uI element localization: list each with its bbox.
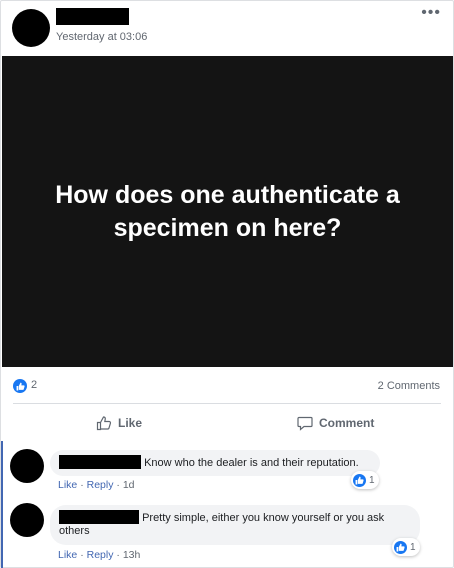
post-media[interactable]: How does one authenticate a specimen on … <box>2 56 453 367</box>
comment-like-link[interactable]: Like <box>58 479 77 491</box>
comment-button-label: Comment <box>319 416 375 430</box>
comment-like-count[interactable]: 1 <box>351 471 379 489</box>
comment-like-link[interactable]: Like <box>58 549 77 561</box>
like-button[interactable]: Like <box>96 413 142 433</box>
comment-actions: Like · Reply · 1d <box>58 479 135 491</box>
post-card: Yesterday at 03:06 ••• How does one auth… <box>0 0 454 568</box>
author-name-redacted[interactable] <box>56 8 129 25</box>
comment-reply-link[interactable]: Reply <box>87 549 114 561</box>
comment-like-number: 1 <box>410 541 416 553</box>
like-reaction-icon[interactable] <box>13 379 27 393</box>
author-avatar[interactable] <box>12 9 50 47</box>
commenter-name-redacted[interactable] <box>59 510 139 524</box>
reaction-count[interactable]: 2 <box>31 379 37 391</box>
comments-section: Know who the dealer is and their reputat… <box>1 441 453 568</box>
comments-count-link[interactable]: 2 Comments <box>378 380 440 392</box>
divider <box>13 403 441 404</box>
comment-like-count[interactable]: 1 <box>392 538 420 556</box>
comment-text: Know who the dealer is and their reputat… <box>144 457 359 469</box>
more-options-icon[interactable]: ••• <box>421 5 441 21</box>
separator: · <box>116 549 120 561</box>
media-text: How does one authenticate a specimen on … <box>55 180 400 242</box>
comment-actions: Like · Reply · 13h <box>58 549 140 561</box>
commenter-avatar[interactable] <box>10 449 44 483</box>
comment-bubble: Pretty simple, either you know yourself … <box>50 505 420 545</box>
comment-reply-link[interactable]: Reply <box>87 479 114 491</box>
separator: · <box>116 479 120 491</box>
comment-time[interactable]: 1d <box>123 479 135 491</box>
comment-button[interactable]: Comment <box>297 413 374 433</box>
comment-like-number: 1 <box>369 474 375 486</box>
like-reaction-icon <box>353 473 366 487</box>
action-bar: Like Comment <box>1 405 453 441</box>
separator: · <box>80 479 84 491</box>
commenter-avatar[interactable] <box>10 503 44 537</box>
reactions-bar: 2 2 Comments <box>1 375 453 397</box>
thumbs-up-icon <box>96 416 112 431</box>
comment-bubble: Know who the dealer is and their reputat… <box>50 450 380 476</box>
speech-bubble-icon <box>297 416 313 431</box>
comment-time[interactable]: 13h <box>123 549 141 561</box>
separator: · <box>80 549 84 561</box>
like-button-label: Like <box>118 416 143 430</box>
like-reaction-icon <box>394 540 407 554</box>
post-timestamp[interactable]: Yesterday at 03:06 <box>56 31 147 43</box>
commenter-name-redacted[interactable] <box>59 455 141 469</box>
post-header: Yesterday at 03:06 ••• <box>1 1 453 55</box>
